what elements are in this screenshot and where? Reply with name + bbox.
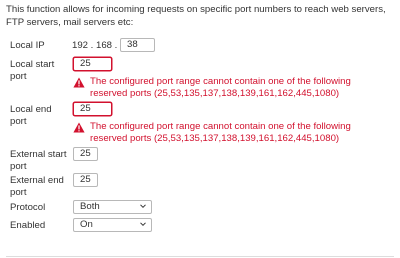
external-end-port-label: External end port <box>10 175 64 198</box>
local-end-port-label: Local end port <box>10 104 52 127</box>
external-start-port-label: External start port <box>10 149 67 172</box>
warning-triangle-icon <box>73 77 85 88</box>
local-end-port-input[interactable]: 25 <box>73 102 112 116</box>
intro-text: This function allows for incoming reques… <box>6 4 386 28</box>
enabled-select[interactable]: On <box>73 218 152 232</box>
chevron-down-icon <box>140 222 146 227</box>
local-start-port-label: Local start port <box>10 59 55 82</box>
local-end-port-error-text: The configured port range cannot contain… <box>90 121 351 144</box>
external-end-port-input[interactable]: 25 <box>73 173 98 187</box>
warning-triangle-icon <box>73 122 85 133</box>
protocol-selected-value: Both <box>80 201 100 212</box>
chevron-down-icon <box>140 204 146 209</box>
local-start-port-input[interactable]: 25 <box>73 57 112 71</box>
external-start-port-input[interactable]: 25 <box>73 147 98 161</box>
protocol-select[interactable]: Both <box>73 200 152 214</box>
protocol-label: Protocol <box>10 202 46 213</box>
local-start-port-error-text: The configured port range cannot contain… <box>90 76 351 99</box>
enabled-selected-value: On <box>80 219 93 230</box>
local-ip-label: Local IP <box>10 40 45 51</box>
enabled-label: Enabled <box>10 220 46 231</box>
local-ip-last-octet-input[interactable]: 38 <box>120 38 155 52</box>
bottom-divider <box>6 256 394 257</box>
